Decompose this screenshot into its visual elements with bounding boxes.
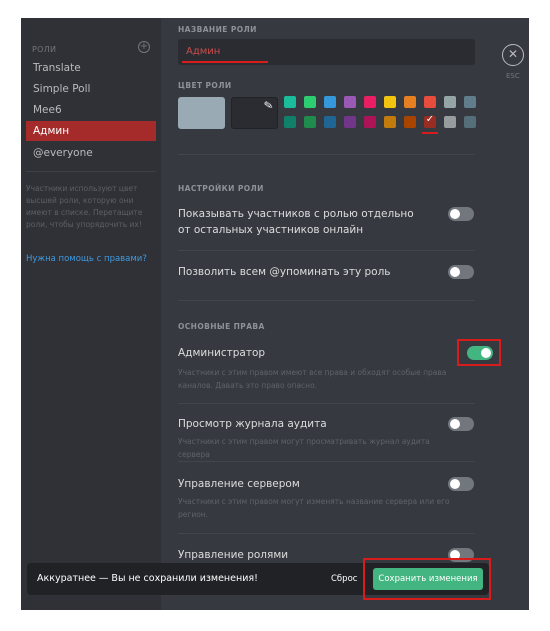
permission-administrator-title: Администратор xyxy=(178,347,266,359)
color-swatch[interactable] xyxy=(284,116,296,128)
divider xyxy=(178,533,475,534)
mentionable-toggle[interactable] xyxy=(448,265,474,279)
roles-sidebar: РОЛИ + Translate Simple Poll Mee6 Админ … xyxy=(21,18,161,610)
divider xyxy=(178,250,475,251)
selected-color-highlight xyxy=(422,132,438,134)
setting-hoist-title: Показывать участников с ролью отдельно о… xyxy=(178,208,414,236)
color-swatch-selected[interactable]: ✓ xyxy=(424,114,436,128)
color-swatch[interactable] xyxy=(444,116,456,128)
hoist-toggle[interactable] xyxy=(448,207,474,221)
color-swatch[interactable] xyxy=(324,116,336,128)
sidebar-divider xyxy=(26,171,156,172)
esc-label: ESC xyxy=(506,72,520,80)
color-swatch[interactable] xyxy=(404,116,416,128)
sidebar-item-simple-poll[interactable]: Simple Poll xyxy=(26,79,156,99)
sidebar-item-everyone[interactable]: @everyone xyxy=(26,143,156,163)
toggle-knob xyxy=(450,479,460,489)
color-swatch[interactable] xyxy=(364,116,376,128)
divider xyxy=(178,403,475,404)
eyedropper-icon: ✎ xyxy=(262,98,275,113)
role-name-highlight xyxy=(182,61,268,63)
color-swatch[interactable] xyxy=(324,96,336,108)
color-swatch[interactable] xyxy=(284,96,296,108)
color-swatch[interactable] xyxy=(344,116,356,128)
sidebar-item-translate[interactable]: Translate xyxy=(26,58,156,78)
sidebar-item-admin[interactable]: Админ xyxy=(26,121,156,141)
role-settings-panel: НАЗВАНИЕ РОЛИ Админ ЦВЕТ РОЛИ ✎ ✓ НАСТРО… xyxy=(178,18,501,610)
role-color-label: ЦВЕТ РОЛИ xyxy=(178,81,232,90)
administrator-highlight xyxy=(457,339,501,366)
manage-server-toggle[interactable] xyxy=(448,477,474,491)
color-swatch[interactable] xyxy=(304,116,316,128)
permissions-label: ОСНОВНЫЕ ПРАВА xyxy=(178,322,265,331)
divider xyxy=(178,300,475,301)
default-color-swatch[interactable] xyxy=(178,97,225,129)
color-swatch[interactable] xyxy=(444,96,456,108)
toggle-knob xyxy=(450,419,460,429)
reset-button[interactable]: Сброс xyxy=(331,563,357,595)
permissions-help-link[interactable]: Нужна помощь с правами? xyxy=(26,254,147,264)
unsaved-message: Аккуратнее — Вы не сохранили изменения! xyxy=(37,573,258,584)
role-settings-label: НАСТРОЙКИ РОЛИ xyxy=(178,184,264,193)
color-swatch[interactable] xyxy=(464,116,476,128)
setting-mentionable-title: Позволить всем @упоминать эту роль xyxy=(178,266,391,278)
sidebar-item-mee6[interactable]: Mee6 xyxy=(26,100,156,120)
audit-log-toggle[interactable] xyxy=(448,417,474,431)
roles-help-text: Участники используют цвет высшей роли, к… xyxy=(26,184,143,229)
color-swatch[interactable] xyxy=(364,96,376,108)
roles-header: РОЛИ xyxy=(32,45,57,54)
checkmark-icon: ✓ xyxy=(425,114,435,125)
color-swatches: ✓ xyxy=(284,96,478,130)
color-swatch[interactable] xyxy=(384,96,396,108)
save-button-highlight xyxy=(363,558,491,600)
permission-administrator-desc: Участники с этим правом имеют все права … xyxy=(178,368,447,390)
divider xyxy=(178,154,475,155)
color-swatch[interactable] xyxy=(464,96,476,108)
permission-audit-log-desc: Участники с этим правом могут просматрив… xyxy=(178,437,430,459)
permission-manage-server-title: Управление сервером xyxy=(178,478,300,490)
divider xyxy=(178,461,475,462)
role-name-label: НАЗВАНИЕ РОЛИ xyxy=(178,25,257,34)
permission-audit-log-title: Просмотр журнала аудита xyxy=(178,418,327,430)
toggle-knob xyxy=(450,267,460,277)
permission-manage-server-desc: Участники с этим правом могут изменять н… xyxy=(178,497,450,519)
color-swatch[interactable] xyxy=(404,96,416,108)
plus-circle-icon[interactable]: + xyxy=(138,41,150,53)
color-swatch[interactable] xyxy=(344,96,356,108)
toggle-knob xyxy=(450,209,460,219)
close-icon[interactable]: ✕ xyxy=(502,44,524,66)
color-swatch[interactable] xyxy=(384,116,396,128)
role-settings-window: РОЛИ + Translate Simple Poll Mee6 Админ … xyxy=(21,18,529,610)
color-swatch[interactable] xyxy=(304,96,316,108)
custom-color-button[interactable]: ✎ xyxy=(231,97,278,129)
color-swatch[interactable] xyxy=(424,96,436,108)
